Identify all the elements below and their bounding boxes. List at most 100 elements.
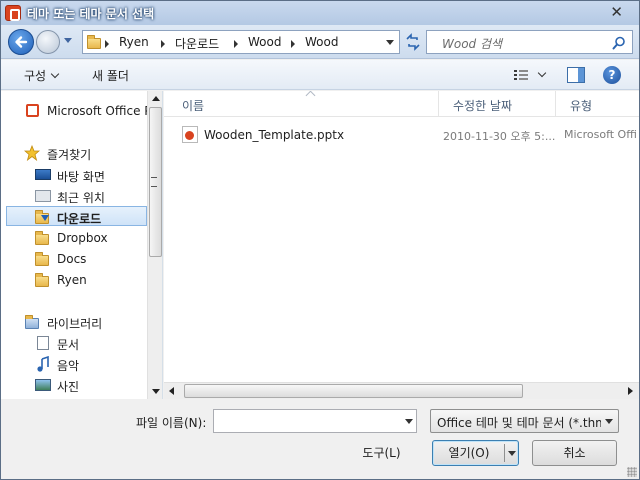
view-options-icon[interactable] — [514, 69, 530, 81]
scroll-left-arrow-icon[interactable] — [169, 387, 174, 395]
file-type: Microsoft Offi — [564, 128, 637, 141]
file-list-horizontal-scrollbar[interactable] — [164, 382, 639, 399]
star-icon — [24, 145, 40, 161]
column-header-row: 이름 수정한 날짜 유형 — [164, 91, 639, 117]
nav-item-label: 라이브러리 — [47, 317, 103, 331]
search-box[interactable]: Wood 검색 — [426, 30, 633, 54]
nav-item-label: 다운로드 — [57, 212, 102, 226]
filename-input[interactable] — [213, 409, 417, 433]
nav-item-desktop[interactable]: 바탕 화면 — [1, 165, 147, 185]
column-header-modified[interactable]: 수정한 날짜 — [439, 91, 556, 117]
recent-places-icon — [35, 188, 51, 204]
nav-item-libraries[interactable]: 라이브러리 — [1, 312, 147, 332]
breadcrumb-ryen[interactable]: Ryen — [119, 35, 149, 49]
recent-pages-dropdown[interactable] — [64, 38, 72, 43]
file-type-select[interactable]: Office 테마 및 테마 문서 (*.thm — [430, 409, 619, 433]
refresh-button[interactable] — [402, 30, 424, 54]
scroll-down-arrow-icon[interactable] — [152, 389, 160, 394]
command-bar: 구성 새 폴더 ? — [1, 60, 639, 90]
address-row: Ryen 다운로드 Wood Wood Wood 검색 — [1, 25, 639, 59]
nav-item-label: 사진 — [57, 380, 80, 394]
scrollbar-thumb[interactable] — [184, 384, 523, 398]
nav-item-label: 즐겨찾기 — [47, 148, 92, 162]
folder-icon — [35, 230, 51, 246]
refresh-icon — [406, 33, 420, 51]
breadcrumb-separator[interactable] — [291, 40, 295, 48]
back-button[interactable] — [8, 29, 34, 55]
view-options-dropdown[interactable] — [537, 68, 547, 78]
desktop-icon — [35, 167, 51, 183]
nav-item-recent-places[interactable]: 최근 위치 — [1, 186, 147, 206]
scroll-up-arrow-icon[interactable] — [152, 96, 160, 101]
nav-pane-vertical-scrollbar[interactable] — [147, 91, 162, 399]
library-icon — [25, 314, 41, 330]
pptx-file-icon — [182, 126, 198, 143]
window-title: 테마 또는 테마 문서 선택 — [27, 7, 155, 21]
new-folder-button[interactable]: 새 폴더 — [92, 67, 129, 84]
nav-item-label: 음악 — [57, 359, 80, 373]
file-list-pane: 이름 수정한 날짜 유형 Wooden_Template.pptx 2010-1… — [164, 91, 639, 399]
breadcrumb-wood-current[interactable]: Wood — [305, 35, 338, 49]
preview-pane-icon[interactable] — [567, 67, 585, 83]
address-bar[interactable]: Ryen 다운로드 Wood Wood — [82, 30, 400, 54]
breadcrumb-separator[interactable] — [234, 40, 238, 48]
sort-ascending-icon — [305, 91, 316, 101]
scroll-right-arrow-icon[interactable] — [628, 387, 633, 395]
nav-item-downloads[interactable]: 다운로드 — [6, 206, 147, 226]
file-name: Wooden_Template.pptx — [204, 128, 345, 142]
nav-item-dropbox[interactable]: Dropbox — [1, 228, 147, 248]
open-button-label: 열기(O) — [448, 446, 490, 460]
breadcrumb-separator[interactable] — [105, 40, 109, 48]
folder-icon — [35, 251, 51, 267]
folder-icon — [87, 35, 101, 49]
downloads-folder-icon — [35, 209, 51, 225]
chevron-down-icon — [50, 69, 60, 79]
nav-item-label: Dropbox — [57, 231, 108, 245]
nav-item-pictures[interactable]: 사진 — [1, 375, 147, 395]
nav-item-office-powerpoint[interactable]: Microsoft Office Po — [1, 101, 158, 121]
open-options-dropdown[interactable] — [508, 451, 516, 456]
file-row[interactable]: Wooden_Template.pptx 2010-11-30 오후 5:...… — [182, 125, 639, 145]
breadcrumb-wood[interactable]: Wood — [248, 35, 281, 49]
title-bar[interactable]: 테마 또는 테마 문서 선택 ✕ — [1, 1, 639, 25]
scrollbar-grip — [151, 177, 157, 187]
documents-icon — [35, 335, 51, 351]
file-modified-date: 2010-11-30 오후 5:... — [443, 130, 556, 143]
filename-history-dropdown[interactable] — [405, 419, 413, 424]
cancel-button[interactable]: 취소 — [532, 440, 617, 466]
nav-item-label: 최근 위치 — [57, 191, 105, 205]
nav-item-label: 바탕 화면 — [57, 170, 105, 184]
breadcrumb-separator[interactable] — [161, 40, 165, 48]
open-button[interactable]: 열기(O) — [432, 440, 519, 466]
music-icon — [37, 356, 49, 372]
search-icon[interactable] — [612, 36, 626, 50]
nav-item-label: 문서 — [57, 338, 80, 352]
column-header-type[interactable]: 유형 — [556, 91, 639, 117]
organize-label: 구성 — [24, 69, 47, 83]
arrow-left-icon — [15, 36, 28, 48]
help-icon[interactable]: ? — [603, 66, 621, 84]
nav-item-music[interactable]: 음악 — [1, 354, 147, 374]
resize-grip[interactable] — [627, 467, 637, 477]
search-placeholder: Wood 검색 — [442, 37, 503, 51]
split-divider — [504, 444, 505, 462]
nav-item-documents[interactable]: 문서 — [1, 333, 147, 353]
nav-item-docs[interactable]: Docs — [1, 249, 147, 269]
folder-icon — [35, 272, 51, 288]
chevron-down-icon — [605, 419, 613, 424]
address-history-dropdown[interactable] — [386, 40, 394, 45]
nav-item-label: Microsoft Office Po — [47, 104, 159, 118]
powerpoint-icon — [5, 5, 21, 21]
nav-item-ryen[interactable]: Ryen — [1, 270, 147, 290]
file-open-dialog: 테마 또는 테마 문서 선택 ✕ Ryen 다운로드 Wood Wood Woo… — [0, 0, 640, 480]
forward-button[interactable] — [36, 30, 60, 54]
breadcrumb-downloads[interactable]: 다운로드 — [175, 35, 219, 52]
navigation-pane: Microsoft Office Po 즐겨찾기 바탕 화면 최근 위치 다운로… — [1, 91, 163, 399]
pictures-icon — [35, 377, 51, 393]
column-header-name[interactable]: 이름 — [168, 91, 439, 117]
tools-button[interactable]: 도구(L) — [342, 440, 421, 466]
nav-item-favorites[interactable]: 즐겨찾기 — [1, 143, 147, 163]
close-button[interactable]: ✕ — [610, 4, 623, 20]
organize-menu-button[interactable]: 구성 — [24, 67, 60, 84]
nav-item-label: Ryen — [57, 273, 87, 287]
